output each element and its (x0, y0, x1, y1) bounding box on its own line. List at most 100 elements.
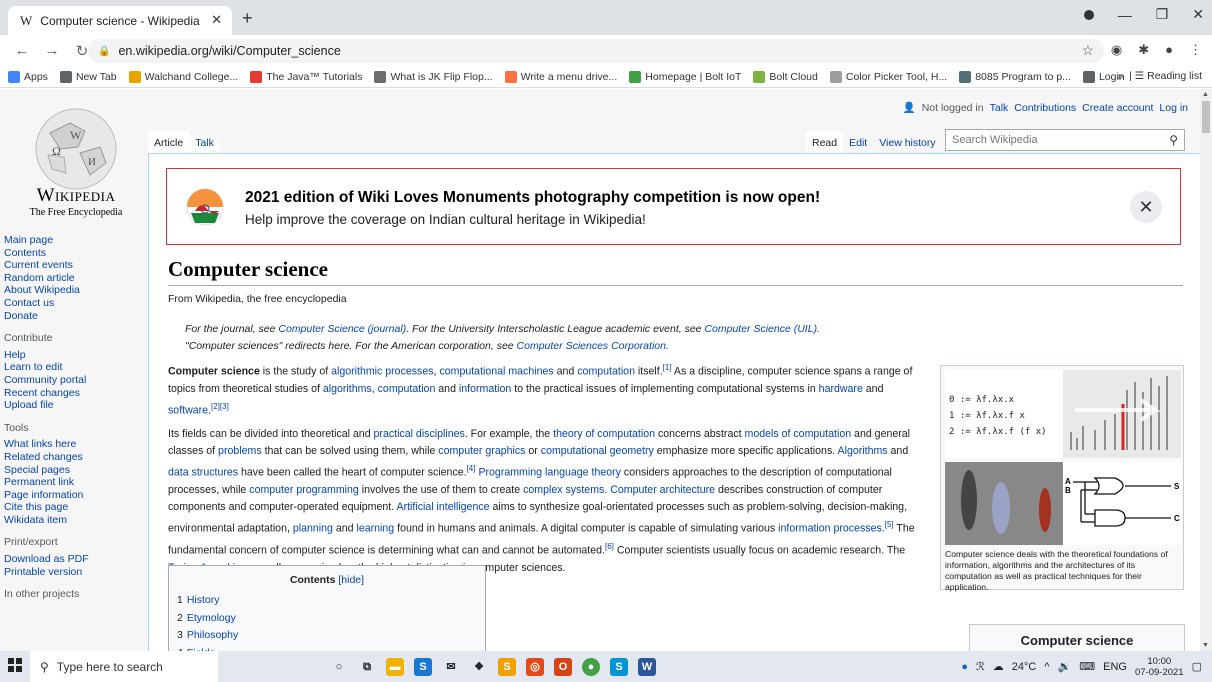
clock[interactable]: 10:00 07-09-2021 (1135, 656, 1184, 678)
hatnote-link-uil[interactable]: Computer Science (UIL) (704, 323, 817, 335)
link[interactable]: hardware (819, 383, 863, 395)
search-icon[interactable]: ⚲ (1169, 133, 1178, 147)
lock-icon[interactable]: 🔒 (98, 46, 110, 57)
sidebar-item-main[interactable]: Contents (4, 247, 144, 260)
link[interactable]: computer programming (249, 484, 359, 496)
weather-temp[interactable]: 24°C (1012, 661, 1037, 673)
create-account-link[interactable]: Create account (1082, 102, 1153, 114)
tab-edit[interactable]: Edit (843, 131, 873, 155)
banner-title[interactable]: 2021 edition of Wiki Loves Monuments pho… (245, 189, 820, 207)
sidebar-item-main[interactable]: Donate (4, 310, 144, 323)
office-icon[interactable]: O (554, 657, 572, 676)
reading-list-button[interactable]: » | ☰ Reading list (1117, 70, 1202, 82)
citation[interactable]: [2][3] (211, 402, 229, 411)
close-window-button[interactable]: ✕ (1192, 6, 1204, 23)
sidebar-item-tools[interactable]: Cite this page (4, 501, 144, 514)
bookmarks-overflow[interactable]: » (1117, 70, 1123, 82)
scroll-up-icon[interactable]: ▲ (1202, 91, 1209, 98)
sidebar-item-print[interactable]: Download as PDF (4, 553, 144, 566)
sidebar-item-tools[interactable]: Special pages (4, 464, 144, 477)
hatnote-link-csc[interactable]: Computer Sciences Corporation (517, 340, 666, 352)
puzzle-icon[interactable]: ✱ (1138, 42, 1149, 58)
link[interactable]: computational machines (439, 366, 553, 378)
link[interactable]: models of computation (745, 428, 852, 440)
cortana-icon[interactable]: ○ (330, 658, 348, 676)
sidebar-item-main[interactable]: About Wikipedia (4, 284, 144, 297)
link[interactable]: computer graphics (438, 445, 525, 457)
sidebar-item-main[interactable]: Main page (4, 234, 144, 247)
sidebar-item-tools[interactable]: Page information (4, 489, 144, 502)
task-view-icon[interactable]: ⧉ (358, 658, 376, 676)
sidebar-item-main[interactable]: Contact us (4, 297, 144, 310)
browser-tab[interactable]: W Computer science - Wikipedia ✕ (8, 6, 232, 35)
tab-talk[interactable]: Talk (189, 131, 220, 155)
close-tab-icon[interactable]: ✕ (211, 12, 222, 28)
sidebar-item-contribute[interactable]: Community portal (4, 374, 144, 387)
back-button[interactable]: ← (14, 42, 30, 59)
sidebar-item-contribute[interactable]: Recent changes (4, 387, 144, 400)
bookmark-item[interactable]: Walchand College... (128, 70, 238, 83)
forward-button[interactable]: → (44, 42, 60, 59)
dropbox-icon[interactable]: ❖ (470, 658, 488, 676)
scroll-down-icon[interactable]: ▼ (1202, 642, 1209, 649)
citation[interactable]: [4] (467, 464, 476, 473)
minimize-button[interactable]: — (1118, 7, 1132, 23)
link[interactable]: computation (378, 383, 436, 395)
search-input[interactable]: Search Wikipedia ⚲ (945, 129, 1185, 151)
sidebar-item-contribute[interactable]: Help (4, 349, 144, 362)
banner-subtitle[interactable]: Help improve the coverage on Indian cult… (245, 212, 646, 227)
bookmark-item[interactable]: 8085 Program to p... (959, 70, 1071, 83)
bookmark-item[interactable]: Color Picker Tool, H... (829, 70, 947, 83)
citation[interactable]: [5] (885, 520, 894, 529)
people-icon[interactable]: ℛ (976, 660, 985, 673)
windows-start-button[interactable] (0, 658, 30, 675)
toc-item[interactable]: 1 History (177, 592, 485, 610)
citation[interactable]: [6] (605, 542, 614, 551)
sidebar-item-print[interactable]: Printable version (4, 566, 144, 579)
link[interactable]: planning (293, 523, 333, 535)
link[interactable]: Algorithms (838, 445, 888, 457)
link[interactable]: theory of computation (553, 428, 655, 440)
link[interactable]: practical disciplines (374, 428, 465, 440)
sidebar-item-tools[interactable]: Wikidata item (4, 514, 144, 527)
bookmark-item[interactable]: Apps (8, 70, 48, 83)
file-explorer-icon[interactable]: ▬ (386, 657, 404, 676)
toc-item[interactable]: 3 Philosophy (177, 627, 485, 645)
address-bar[interactable]: 🔒 en.wikipedia.org/wiki/Computer_science… (88, 39, 1104, 63)
bookmark-item[interactable]: Homepage | Bolt IoT (629, 70, 741, 83)
link[interactable]: computational geometry (541, 445, 654, 457)
speaker-icon[interactable]: 🔉 (1058, 660, 1072, 673)
link[interactable]: Computer architecture (610, 484, 715, 496)
bookmark-star-icon[interactable]: ☆ (1081, 42, 1094, 59)
link[interactable]: software (168, 404, 208, 416)
mail-icon[interactable]: ✉ (442, 658, 460, 676)
citation[interactable]: [1] (663, 363, 672, 372)
chrome-icon[interactable]: ● (582, 657, 600, 676)
taskbar-search-input[interactable]: ⚲ Type here to search (30, 651, 218, 682)
infobox-image[interactable]: 0 := λf.λx.x 1 := λf.λx.f x 2 := λf.λx.f… (945, 370, 1181, 545)
sidebar-item-tools[interactable]: What links here (4, 438, 144, 451)
toc-link[interactable]: History (187, 594, 220, 606)
scrollbar-thumb[interactable] (1202, 101, 1210, 133)
avatar[interactable]: ● (1165, 42, 1173, 58)
toc-link[interactable]: Etymology (187, 612, 236, 624)
bookmark-item[interactable]: What is JK Flip Flop... (374, 70, 493, 83)
wikipedia-globe-logo[interactable]: W Ω И (30, 103, 122, 195)
hatnote-link-journal[interactable]: Computer Science (journal) (278, 323, 406, 335)
sidebar-item-main[interactable]: Current events (4, 259, 144, 272)
link[interactable]: problems (218, 445, 262, 457)
store-icon[interactable]: S (414, 657, 432, 676)
tab-read[interactable]: Read (806, 131, 844, 155)
link[interactable]: algorithmic processes (331, 366, 433, 378)
sidebar-item-tools[interactable]: Permanent link (4, 476, 144, 489)
chevron-up-icon[interactable]: ^ (1044, 661, 1049, 673)
toc-item[interactable]: 2 Etymology (177, 610, 485, 628)
page-scrollbar[interactable]: ▲ ▼ (1200, 89, 1212, 651)
notifications-icon[interactable]: ▢ (1192, 660, 1202, 673)
sidebar-item-contribute[interactable]: Learn to edit (4, 361, 144, 374)
profile-dot-icon[interactable] (1083, 9, 1094, 20)
toc-hide-button[interactable]: [hide] (338, 574, 364, 586)
personal-talk-link[interactable]: Talk (990, 102, 1009, 114)
log-in-link[interactable]: Log in (1159, 102, 1188, 114)
sublime-icon[interactable]: S (498, 657, 516, 676)
